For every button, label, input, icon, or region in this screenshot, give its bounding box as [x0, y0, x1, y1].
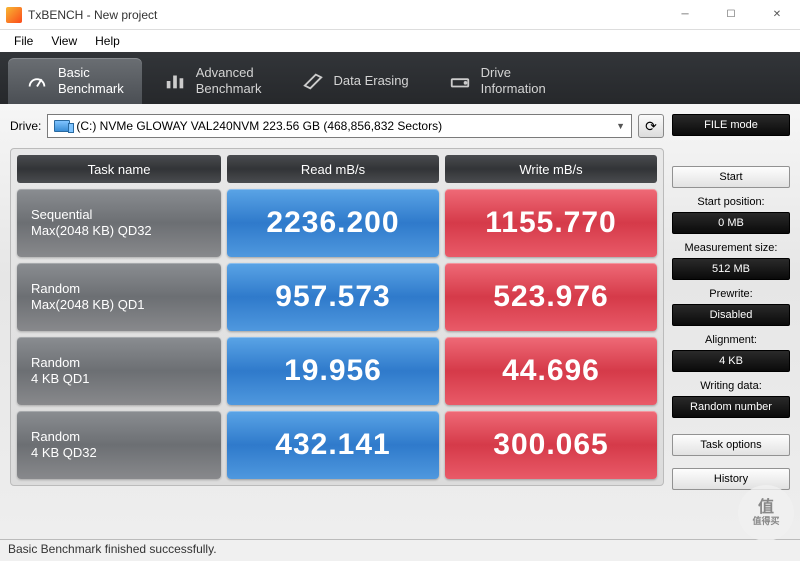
- eraser-icon: [302, 70, 324, 92]
- close-button[interactable]: ✕: [754, 0, 800, 30]
- alignment-value[interactable]: 4 KB: [672, 350, 790, 372]
- task-random-qd1-max[interactable]: Random Max(2048 KB) QD1: [17, 263, 221, 331]
- task-options-button[interactable]: Task options: [672, 434, 790, 456]
- tab-label: Drive Information: [481, 65, 546, 96]
- watermark-text: 值得买: [752, 517, 779, 527]
- write-value: 1155.770: [445, 189, 657, 257]
- watermark-icon: 值: [758, 499, 774, 517]
- read-value: 2236.200: [227, 189, 439, 257]
- task-sequential-qd32[interactable]: Sequential Max(2048 KB) QD32: [17, 189, 221, 257]
- start-position-value[interactable]: 0 MB: [672, 212, 790, 234]
- tab-label: Basic Benchmark: [58, 65, 124, 96]
- refresh-icon: ⟳: [645, 118, 657, 135]
- drive-icon: [449, 70, 471, 92]
- table-row: Random 4 KB QD1 19.956 44.696: [17, 337, 657, 405]
- maximize-button[interactable]: ☐: [708, 0, 754, 30]
- task-random-4kb-qd32[interactable]: Random 4 KB QD32: [17, 411, 221, 479]
- minimize-button[interactable]: ─: [662, 0, 708, 30]
- status-text: Basic Benchmark finished successfully.: [8, 542, 217, 556]
- start-position-label: Start position:: [672, 196, 790, 208]
- read-value: 19.956: [227, 337, 439, 405]
- tab-data-erasing[interactable]: Data Erasing: [284, 58, 427, 104]
- write-value: 44.696: [445, 337, 657, 405]
- menu-view[interactable]: View: [43, 32, 85, 50]
- write-value: 523.976: [445, 263, 657, 331]
- table-row: Sequential Max(2048 KB) QD32 2236.200 11…: [17, 189, 657, 257]
- menu-file[interactable]: File: [6, 32, 41, 50]
- drive-selected: (C:) NVMe GLOWAY VAL240NVM 223.56 GB (46…: [76, 119, 442, 133]
- tabbar: Basic Benchmark Advanced Benchmark Data …: [0, 52, 800, 104]
- col-read: Read mB/s: [227, 155, 439, 183]
- menu-help[interactable]: Help: [87, 32, 128, 50]
- writing-data-value[interactable]: Random number: [672, 396, 790, 418]
- tab-label: Advanced Benchmark: [196, 65, 262, 96]
- app-icon: [6, 7, 22, 23]
- benchmark-panel: Task name Read mB/s Write mB/s Sequentia…: [10, 148, 664, 486]
- drive-select[interactable]: (C:) NVMe GLOWAY VAL240NVM 223.56 GB (46…: [47, 114, 632, 138]
- col-write: Write mB/s: [445, 155, 657, 183]
- writing-data-label: Writing data:: [672, 380, 790, 392]
- measurement-size-label: Measurement size:: [672, 242, 790, 254]
- tab-advanced-benchmark[interactable]: Advanced Benchmark: [146, 58, 280, 104]
- menubar: File View Help: [0, 30, 800, 52]
- gauge-icon: [26, 70, 48, 92]
- table-row: Random Max(2048 KB) QD1 957.573 523.976: [17, 263, 657, 331]
- watermark: 值 值得买: [738, 485, 794, 541]
- read-value: 432.141: [227, 411, 439, 479]
- write-value: 300.065: [445, 411, 657, 479]
- bars-icon: [164, 70, 186, 92]
- start-button[interactable]: Start: [672, 166, 790, 188]
- tab-label: Data Erasing: [334, 73, 409, 89]
- chevron-down-icon: ▼: [616, 121, 625, 131]
- drive-label: Drive:: [10, 119, 41, 133]
- col-task-name: Task name: [17, 155, 221, 183]
- table-row: Random 4 KB QD32 432.141 300.065: [17, 411, 657, 479]
- tab-drive-information[interactable]: Drive Information: [431, 58, 564, 104]
- refresh-button[interactable]: ⟳: [638, 114, 664, 138]
- file-mode-button[interactable]: FILE mode: [672, 114, 790, 136]
- window-title: TxBENCH - New project: [28, 8, 662, 22]
- prewrite-value[interactable]: Disabled: [672, 304, 790, 326]
- measurement-size-value[interactable]: 512 MB: [672, 258, 790, 280]
- alignment-label: Alignment:: [672, 334, 790, 346]
- task-random-4kb-qd1[interactable]: Random 4 KB QD1: [17, 337, 221, 405]
- prewrite-label: Prewrite:: [672, 288, 790, 300]
- read-value: 957.573: [227, 263, 439, 331]
- titlebar: TxBENCH - New project ─ ☐ ✕: [0, 0, 800, 30]
- status-bar: Basic Benchmark finished successfully.: [0, 539, 800, 561]
- tab-basic-benchmark[interactable]: Basic Benchmark: [8, 58, 142, 104]
- disk-icon: [54, 120, 70, 132]
